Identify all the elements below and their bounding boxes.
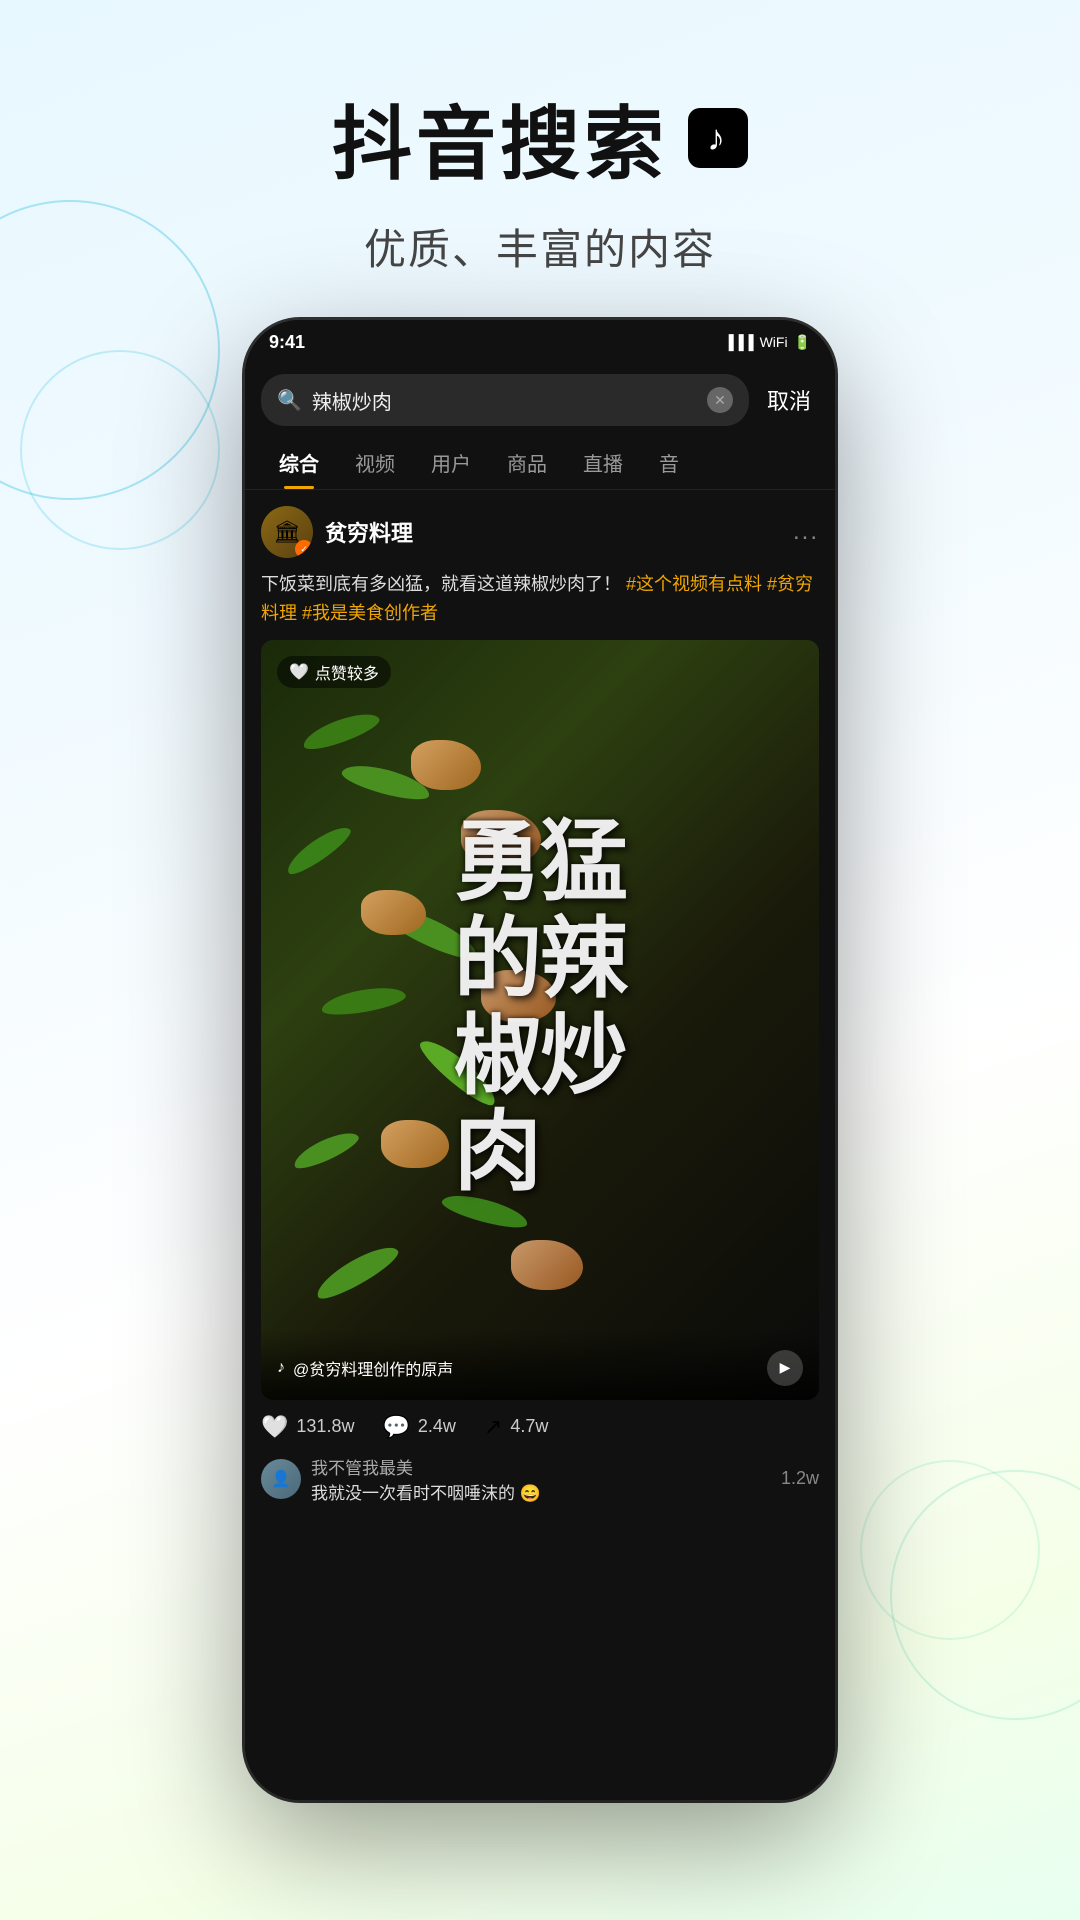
- tab-audio[interactable]: 音: [641, 436, 697, 489]
- likes-badge-text: 点赞较多: [315, 660, 379, 684]
- comment-button[interactable]: 💬 2.4w: [382, 1414, 455, 1440]
- wifi-icon: WiFi: [760, 334, 788, 350]
- post-desc-text: 下饭菜到底有多凶猛，就看这道辣椒炒肉了！: [261, 574, 626, 594]
- search-clear-button[interactable]: ✕: [707, 387, 733, 413]
- search-cancel-button[interactable]: 取消: [759, 384, 819, 416]
- likes-badge: 🤍 点赞较多: [277, 656, 391, 688]
- subtitle-text: 优质、丰富的内容: [0, 216, 1080, 277]
- post-description: 下饭菜到底有多凶猛，就看这道辣椒炒肉了！ #这个视频有点料 #贫穷料理 #我是美…: [245, 566, 835, 640]
- video-bottom-bar: ♪ @贫穷料理创作的原声 ▶: [261, 1330, 819, 1400]
- title-text: 抖音搜索: [332, 80, 668, 196]
- signal-icon: ▐▐▐: [724, 334, 754, 350]
- comment-content: 我不管我最美 我就没一次看时不咽唾沫的 😄: [311, 1454, 771, 1504]
- music-note-icon: ♪: [707, 117, 729, 159]
- commenter-name[interactable]: 我不管我最美: [311, 1454, 771, 1479]
- tab-live[interactable]: 直播: [565, 436, 641, 489]
- tab-product[interactable]: 商品: [489, 436, 565, 489]
- avatar[interactable]: 🏛 ✓: [261, 506, 313, 558]
- phone-mockup: 9:41 ▐▐▐ WiFi 🔋 🔍 辣椒炒肉 ✕ 取消 综合 视频: [245, 320, 835, 1800]
- tab-video[interactable]: 视频: [337, 436, 413, 489]
- tiktok-brand-icon: ♪: [688, 108, 748, 168]
- decorative-circle-2: [20, 350, 220, 550]
- calligraphy-overlay: 勇猛的辣椒炒肉: [291, 700, 789, 1320]
- video-container[interactable]: 🤍 点赞较多 勇猛的辣椒炒肉 ♪ @贫穷料理创作的原声 ▶: [261, 640, 819, 1400]
- content-area: 🏛 ✓ 贫穷料理 ... 下饭菜到底有多凶猛，就看这道辣椒炒肉了！ #这个视频有…: [245, 490, 835, 1800]
- heart-icon: 🤍: [261, 1414, 288, 1440]
- decorative-circle-4: [860, 1460, 1040, 1640]
- comment-preview: 👤 我不管我最美 我就没一次看时不咽唾沫的 😄 1.2w: [245, 1454, 835, 1514]
- search-bar-container: 🔍 辣椒炒肉 ✕ 取消: [245, 364, 835, 436]
- post-username[interactable]: 贫穷料理: [325, 516, 781, 548]
- video-overlay: 🤍 点赞较多 勇猛的辣椒炒肉 ♪ @贫穷料理创作的原声 ▶: [261, 640, 819, 1400]
- more-options-icon[interactable]: ...: [793, 518, 819, 546]
- status-bar: 9:41 ▐▐▐ WiFi 🔋: [245, 320, 835, 364]
- audio-info-text[interactable]: @贫穷料理创作的原声: [293, 1356, 759, 1380]
- header-area: 抖音搜索 ♪ 优质、丰富的内容: [0, 0, 1080, 317]
- tab-comprehensive[interactable]: 综合: [261, 436, 337, 489]
- tab-user[interactable]: 用户: [413, 436, 489, 489]
- hashtag-3[interactable]: #我是美食创作者: [302, 603, 438, 623]
- status-icons: ▐▐▐ WiFi 🔋: [724, 334, 811, 351]
- hashtag-1[interactable]: #这个视频有点料: [626, 574, 767, 594]
- verified-badge: ✓: [295, 540, 313, 558]
- share-button[interactable]: ↗ 4.7w: [484, 1414, 548, 1440]
- commenter-avatar: 👤: [261, 1459, 301, 1499]
- like-count: 131.8w: [296, 1416, 354, 1437]
- search-input-box[interactable]: 🔍 辣椒炒肉 ✕: [261, 374, 749, 426]
- share-icon: ↗: [484, 1414, 502, 1440]
- comment-count: 2.4w: [418, 1416, 456, 1437]
- interaction-bar: 🤍 131.8w 💬 2.4w ↗ 4.7w: [245, 1400, 835, 1454]
- tabs-container: 综合 视频 用户 商品 直播 音: [245, 436, 835, 490]
- post-header: 🏛 ✓ 贫穷料理 ...: [245, 490, 835, 566]
- play-button[interactable]: ▶: [767, 1350, 803, 1386]
- heart-icon: 🤍: [289, 662, 309, 682]
- phone-screen: 9:41 ▐▐▐ WiFi 🔋 🔍 辣椒炒肉 ✕ 取消 综合 视频: [245, 320, 835, 1800]
- like-button[interactable]: 🤍 131.8w: [261, 1414, 354, 1440]
- comment-text: 我就没一次看时不咽唾沫的 😄: [311, 1479, 771, 1504]
- status-time: 9:41: [269, 332, 305, 353]
- tiktok-small-icon: ♪: [277, 1359, 285, 1377]
- search-query-text: 辣椒炒肉: [312, 386, 697, 415]
- search-icon: 🔍: [277, 388, 302, 413]
- battery-icon: 🔋: [794, 334, 811, 351]
- comment-preview-count: 1.2w: [781, 1468, 819, 1489]
- share-count: 4.7w: [510, 1416, 548, 1437]
- calligraphy-text: 勇猛的辣椒炒肉: [454, 816, 626, 1203]
- comment-icon: 💬: [382, 1414, 409, 1440]
- main-title: 抖音搜索 ♪: [0, 80, 1080, 196]
